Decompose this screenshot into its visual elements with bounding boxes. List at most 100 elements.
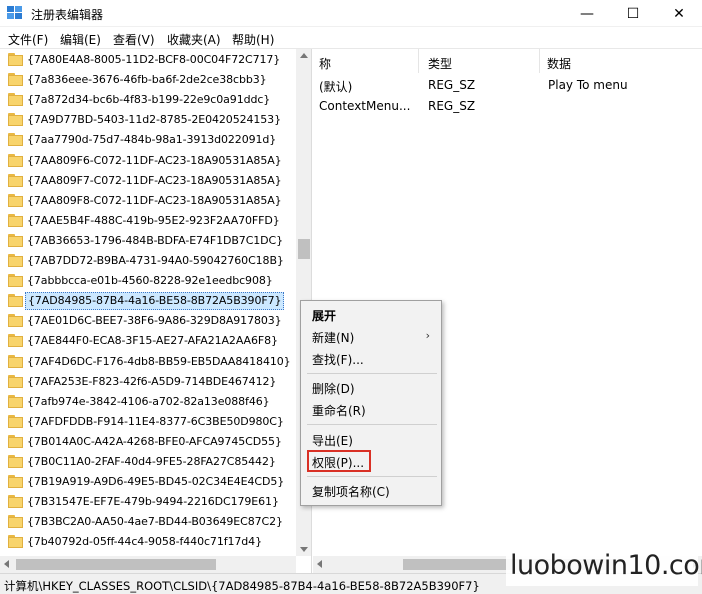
menu-separator	[307, 424, 437, 425]
tree-item[interactable]: {7B19A919-A9D6-49E5-BD45-02C34E4E4CD5}	[0, 472, 296, 492]
tree-item-label: {7B0C11A0-2FAF-40d4-9FE5-28FA27C85442}	[27, 455, 276, 468]
tree-item-label: {7a872d34-bc6b-4f83-b199-22e9c0a91ddc}	[27, 93, 271, 107]
tree-scroll-thumb[interactable]	[298, 239, 310, 259]
menu-view[interactable]: 查看(V)	[113, 31, 155, 48]
scroll-down-icon[interactable]	[300, 547, 308, 552]
tree-item-label: {7B014A0C-A42A-4268-BFE0-AFCA9745CD55}	[27, 434, 282, 448]
tree-item-label: {7AA809F6-C072-11DF-AC23-18A90531A85A}	[27, 153, 282, 167]
tree-item[interactable]: {7AE844F0-ECA8-3F15-AE27-AFA21A2AA6F8}	[0, 331, 296, 351]
tree-item[interactable]: {7aa7790d-75d7-484b-98a1-3913d022091d}	[0, 130, 296, 150]
folder-icon	[8, 354, 23, 368]
menu-favorites[interactable]: 收藏夹(A)	[167, 31, 221, 48]
registry-tree: {7A80E4A8-8005-11D2-BCF8-00C04F72C717} {7…	[0, 49, 312, 573]
tree-item-label: {7B31547E-EF7E-479b-9494-2216DC179E61}	[27, 495, 279, 509]
status-path: 计算机\HKEY_CLASSES_ROOT\CLSID\{7AD84985-87…	[4, 579, 480, 593]
folder-icon	[8, 515, 23, 529]
ctx-export-label: 导出(E)	[312, 434, 353, 448]
submenu-arrow-icon: ›	[425, 329, 430, 342]
menu-edit[interactable]: 编辑(E)	[60, 31, 101, 48]
folder-icon	[8, 434, 23, 448]
tree-item[interactable]: {7AA809F6-C072-11DF-AC23-18A90531A85A}	[0, 151, 296, 171]
folder-icon	[8, 233, 23, 247]
folder-icon	[8, 173, 23, 187]
ctx-delete-label: 删除(D)	[312, 382, 355, 396]
tree-item-label: {7AAE5B4F-488C-419b-95E2-923F2AA70FFD}	[27, 213, 280, 227]
tree-item-label: {7AFA253E-F823-42f6-A5D9-714BDE467412}	[27, 374, 277, 388]
tree-item[interactable]: {7A80E4A8-8005-11D2-BCF8-00C04F72C717}	[0, 50, 296, 70]
tree-item[interactable]: {7AB7DD72-B9BA-4731-94A0-59042760C18B}	[0, 251, 296, 271]
title-bar: 注册表编辑器 — ☐ ✕	[0, 0, 702, 27]
scroll-left-icon[interactable]	[4, 560, 9, 568]
tree-item[interactable]: {7AAE5B4F-488C-419b-95E2-923F2AA70FFD}	[0, 211, 296, 231]
folder-icon	[8, 374, 23, 388]
value-row[interactable]: (默认) REG_SZ Play To menu	[313, 75, 702, 95]
menu-help[interactable]: 帮助(H)	[232, 31, 274, 48]
column-header-type[interactable]: 类型	[420, 49, 540, 73]
ctx-delete[interactable]: 删除(D)	[302, 376, 440, 398]
maximize-button[interactable]: ☐	[610, 0, 656, 27]
tree-item[interactable]: {7B014A0C-A42A-4268-BFE0-AFCA9745CD55}	[0, 432, 296, 452]
tree-item-label: {7b40792d-05ff-44c4-9058-f440c71f17d4}	[27, 535, 262, 549]
tree-item[interactable]: {7a872d34-bc6b-4f83-b199-22e9c0a91ddc}	[0, 90, 296, 110]
folder-icon	[8, 274, 23, 288]
tree-item-label: {7AD84985-87B4-4a16-BE58-8B72A5B390F7}	[25, 292, 285, 311]
tree-horizontal-scrollbar[interactable]	[0, 556, 296, 573]
folder-icon	[8, 314, 23, 328]
tree-item-label: {7B3BC2A0-AA50-4ae7-BD44-B03649EC87C2}	[27, 515, 283, 529]
folder-icon	[8, 394, 23, 408]
tree-item-label: {7A9D77BD-5403-11d2-8785-2E0420524153}	[27, 113, 281, 127]
tree-item-label: {7B19A919-A9D6-49E5-BD45-02C34E4E4CD5}	[27, 475, 285, 489]
tree-item[interactable]: {7B3BC2A0-AA50-4ae7-BD44-B03649EC87C2}	[0, 512, 296, 532]
tree-item[interactable]: {7AFDFDDB-F914-11E4-8377-6C3BE50D980C}	[0, 412, 296, 432]
folder-icon	[8, 133, 23, 147]
tree-item[interactable]: {7AF4D6DC-F176-4db8-BB59-EB5DAA8418410}	[0, 352, 296, 372]
menu-file[interactable]: 文件(F)	[8, 31, 48, 48]
folder-icon	[8, 53, 23, 66]
tree-hscroll-thumb[interactable]	[16, 559, 216, 570]
ctx-copy-key-name[interactable]: 复制项名称(C)	[302, 479, 440, 501]
value-row[interactable]: ContextMenu... REG_SZ	[313, 96, 702, 116]
tree-item[interactable]: {7AFA253E-F823-42f6-A5D9-714BDE467412}	[0, 372, 296, 392]
highlight-box	[307, 450, 371, 472]
tree-item[interactable]: {7a836eee-3676-46fb-ba6f-2de2ce38cbb3}	[0, 70, 296, 90]
column-header-name[interactable]: 称	[313, 49, 419, 73]
value-data: Play To menu	[548, 78, 628, 92]
tree-item-label: {7AB36653-1796-484B-BDFA-E74F1DB7C1DC}	[27, 233, 284, 247]
tree-item-selected[interactable]: {7AD84985-87B4-4a16-BE58-8B72A5B390F7}	[0, 291, 296, 311]
tree-item[interactable]: {7AA809F8-C072-11DF-AC23-18A90531A85A}	[0, 191, 296, 211]
value-type: REG_SZ	[428, 99, 476, 113]
folder-icon	[8, 414, 23, 428]
tree-item[interactable]: {7afb974e-3842-4106-a702-82a13e088f46}	[0, 392, 296, 412]
tree-item-label: {7AF4D6DC-F176-4db8-BB59-EB5DAA8418410}	[27, 354, 291, 368]
tree-item-label: {7afb974e-3842-4106-a702-82a13e088f46}	[27, 394, 270, 408]
tree-item[interactable]: {7AE01D6C-BEE7-38F6-9A86-329D8A917803}	[0, 311, 296, 331]
tree-item[interactable]: {7b40792d-05ff-44c4-9058-f440c71f17d4}	[0, 532, 296, 552]
menu-bar: 文件(F) 编辑(E) 查看(V) 收藏夹(A) 帮助(H)	[0, 27, 702, 49]
column-header-data[interactable]: 数据	[541, 49, 702, 73]
folder-icon	[8, 193, 23, 207]
tree-item[interactable]: {7AB36653-1796-484B-BDFA-E74F1DB7C1DC}	[0, 231, 296, 251]
minimize-button[interactable]: —	[564, 0, 610, 27]
menu-separator	[307, 476, 437, 477]
ctx-find[interactable]: 查找(F)...	[302, 347, 440, 369]
ctx-rename[interactable]: 重命名(R)	[302, 398, 440, 420]
scroll-up-icon[interactable]	[300, 53, 308, 58]
value-name: (默认)	[319, 80, 353, 94]
folder-icon	[8, 73, 23, 87]
ctx-export[interactable]: 导出(E)	[302, 428, 440, 450]
tree-item[interactable]: {7A9D77BD-5403-11d2-8785-2E0420524153}	[0, 110, 296, 130]
tree-item[interactable]: {7B31547E-EF7E-479b-9494-2216DC179E61}	[0, 492, 296, 512]
ctx-expand[interactable]: 展开	[302, 303, 440, 325]
ctx-new[interactable]: 新建(N) ›	[302, 325, 440, 347]
tree-item[interactable]: {7B0C11A0-2FAF-40d4-9FE5-28FA27C85442}	[0, 452, 296, 472]
ctx-expand-label: 展开	[312, 309, 337, 323]
ctx-copy-key-name-label: 复制项名称(C)	[312, 485, 390, 499]
tree-item[interactable]: {7abbbcca-e01b-4560-8228-92e1eedbc908}	[0, 271, 296, 291]
tree-item-label: {7aa7790d-75d7-484b-98a1-3913d022091d}	[27, 133, 277, 147]
tree-item[interactable]: {7AA809F7-C072-11DF-AC23-18A90531A85A}	[0, 171, 296, 191]
scroll-left-icon[interactable]	[317, 560, 322, 568]
folder-icon	[8, 455, 23, 468]
tree-item-label: {7AE01D6C-BEE7-38F6-9A86-329D8A917803}	[27, 314, 282, 328]
value-type: REG_SZ	[428, 78, 476, 92]
close-button[interactable]: ✕	[656, 0, 702, 27]
